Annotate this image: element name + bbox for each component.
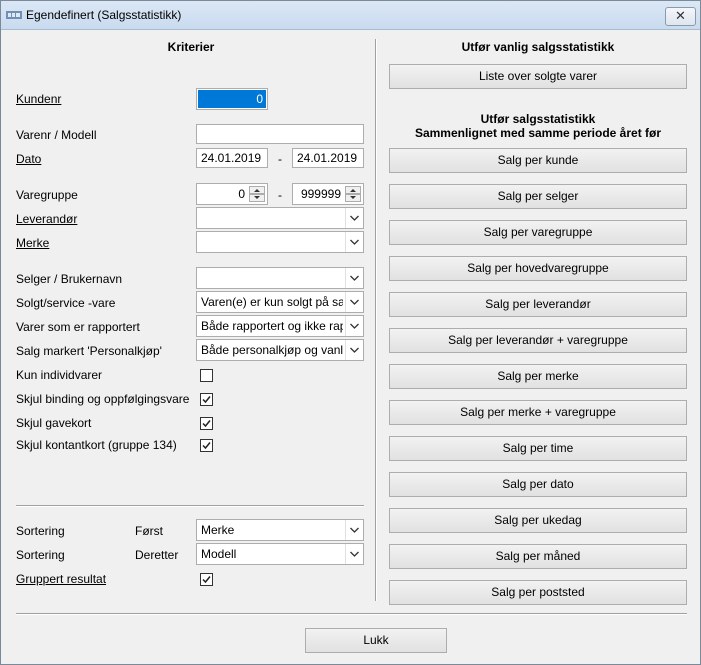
chevron-down-icon[interactable] xyxy=(345,232,363,252)
title-bar[interactable]: Egendefinert (Salgsstatistikk) ✕ xyxy=(1,1,700,30)
personalkjop-value: Både personalkjøp og vanlige salg xyxy=(201,343,343,357)
chevron-down-icon[interactable] xyxy=(345,292,363,312)
criteria-header: Kriterier xyxy=(167,40,215,54)
binding-label: Skjul binding og oppfølgingsvare xyxy=(16,392,190,406)
dato-label: Dato xyxy=(16,152,41,166)
vanlig-header: Utfør vanlig salgsstatistikk xyxy=(461,40,615,54)
chevron-down-icon[interactable] xyxy=(345,208,363,228)
sortering1-label: Sortering xyxy=(16,524,65,538)
salg-per-time-button[interactable]: Salg per time xyxy=(389,436,687,461)
salg-per-kunde-button[interactable]: Salg per kunde xyxy=(389,148,687,173)
salg-per-merke-button[interactable]: Salg per merke xyxy=(389,364,687,389)
selger-combo[interactable] xyxy=(196,267,364,289)
salg-per-dato-button[interactable]: Salg per dato xyxy=(389,472,687,497)
kontantkort-checkbox[interactable] xyxy=(200,439,213,452)
dato-from-field[interactable]: 24.01.2019 xyxy=(196,148,268,168)
varegruppe-from-spinner[interactable]: 0 xyxy=(196,183,268,205)
rapportert-value: Både rapportert og ikke rapportert xyxy=(201,319,343,333)
salg-per-selger-button[interactable]: Salg per selger xyxy=(389,184,687,209)
sammenlignet-header-2: Sammenlignet med samme periode året før xyxy=(414,126,662,140)
rapportert-label: Varer som er rapportert xyxy=(16,320,140,334)
merke-label-text: Merke xyxy=(16,236,50,250)
gruppert-checkbox[interactable] xyxy=(200,573,213,586)
varegruppe-from-value: 0 xyxy=(238,187,245,201)
sortering-forst-combo[interactable]: Merke xyxy=(196,519,364,541)
app-icon xyxy=(6,11,22,19)
salg-per-merke-varegruppe-button[interactable]: Salg per merke + varegruppe xyxy=(389,400,687,425)
solgt-value: Varen(e) er kun solgt på salg xyxy=(201,295,343,309)
close-button[interactable]: ✕ xyxy=(665,7,696,26)
chevron-down-icon[interactable] xyxy=(345,520,363,540)
gavekort-checkbox[interactable] xyxy=(200,417,213,430)
window-title: Egendefinert (Salgsstatistikk) xyxy=(26,8,182,22)
varegruppe-to-value: 999999 xyxy=(300,187,341,201)
liste-solgte-varer-button[interactable]: Liste over solgte varer xyxy=(389,64,687,89)
sortering-forst-value: Merke xyxy=(201,523,235,537)
chevron-down-icon[interactable] xyxy=(345,316,363,336)
chevron-down-icon[interactable] xyxy=(345,544,363,564)
gruppert-label-text: Gruppert resultat xyxy=(16,572,107,586)
forst-label: Først xyxy=(135,524,163,538)
spinner-arrows-icon[interactable] xyxy=(249,186,265,202)
varegruppe-to-spinner[interactable]: 999999 xyxy=(292,183,364,205)
close-icon: ✕ xyxy=(675,8,686,23)
binding-checkbox[interactable] xyxy=(200,393,213,406)
personalkjop-combo[interactable]: Både personalkjøp og vanlige salg xyxy=(196,339,364,361)
dato-label-text: Dato xyxy=(16,152,42,166)
merke-combo[interactable] xyxy=(196,231,364,253)
chevron-down-icon[interactable] xyxy=(345,340,363,360)
sammenlignet-header-1: Utfør salgsstatistikk xyxy=(480,112,596,126)
personalkjop-label: Salg markert 'Personalkjøp' xyxy=(16,344,162,358)
selger-label: Selger / Brukernavn xyxy=(16,272,123,286)
sortering2-label: Sortering xyxy=(16,548,65,562)
solgt-combo[interactable]: Varen(e) er kun solgt på salg xyxy=(196,291,364,313)
kundenr-label-text: Kundenr xyxy=(16,92,62,106)
checkmark-icon xyxy=(202,442,211,450)
spinner-arrows-icon[interactable] xyxy=(345,186,361,202)
sortering-deretter-value: Modell xyxy=(201,547,237,561)
leverandor-label-text: Leverandør xyxy=(16,212,78,226)
checkmark-icon xyxy=(202,576,211,584)
kundenr-field[interactable]: 0 xyxy=(196,88,268,110)
column-divider xyxy=(375,39,377,601)
salg-per-leverandor-button[interactable]: Salg per leverandør xyxy=(389,292,687,317)
varegruppe-range-separator: - xyxy=(278,188,282,202)
dialog-window: Egendefinert (Salgsstatistikk) ✕ Kriteri… xyxy=(0,0,701,665)
dato-to-field[interactable]: 24.01.2019 xyxy=(292,148,364,168)
chevron-down-icon[interactable] xyxy=(345,268,363,288)
salg-per-varegruppe-button[interactable]: Salg per varegruppe xyxy=(389,220,687,245)
footer-separator xyxy=(16,613,687,615)
rapportert-combo[interactable]: Både rapportert og ikke rapportert xyxy=(196,315,364,337)
kundenr-value: 0 xyxy=(198,90,266,108)
individ-checkbox[interactable] xyxy=(200,369,213,382)
leverandor-combo[interactable] xyxy=(196,207,364,229)
deretter-label: Deretter xyxy=(135,548,179,562)
salg-per-poststed-button[interactable]: Salg per poststed xyxy=(389,580,687,605)
dato-range-separator: - xyxy=(278,152,282,166)
salg-per-ukedag-button[interactable]: Salg per ukedag xyxy=(389,508,687,533)
salg-per-maned-button[interactable]: Salg per måned xyxy=(389,544,687,569)
varenr-label: Varenr / Modell xyxy=(16,128,97,142)
kundenr-label: Kundenr xyxy=(16,92,61,106)
individ-label: Kun individvarer xyxy=(16,368,103,382)
gavekort-label: Skjul gavekort xyxy=(16,416,92,430)
leverandor-label: Leverandør xyxy=(16,212,77,226)
lukk-button[interactable]: Lukk xyxy=(305,628,447,653)
varenr-field[interactable] xyxy=(196,124,364,144)
gruppert-label: Gruppert resultat xyxy=(16,572,106,586)
sortering-deretter-combo[interactable]: Modell xyxy=(196,543,364,565)
salg-per-leverandor-varegruppe-button[interactable]: Salg per leverandør + varegruppe xyxy=(389,328,687,353)
solgt-label: Solgt/service -vare xyxy=(16,296,116,310)
criteria-separator xyxy=(16,505,364,507)
checkmark-icon xyxy=(202,396,211,404)
checkmark-icon xyxy=(202,420,211,428)
merke-label: Merke xyxy=(16,236,49,250)
kontantkort-label: Skjul kontantkort (gruppe 134) xyxy=(16,438,177,452)
varegruppe-label: Varegruppe xyxy=(16,188,78,202)
salg-per-hovedvaregruppe-button[interactable]: Salg per hovedvaregruppe xyxy=(389,256,687,281)
